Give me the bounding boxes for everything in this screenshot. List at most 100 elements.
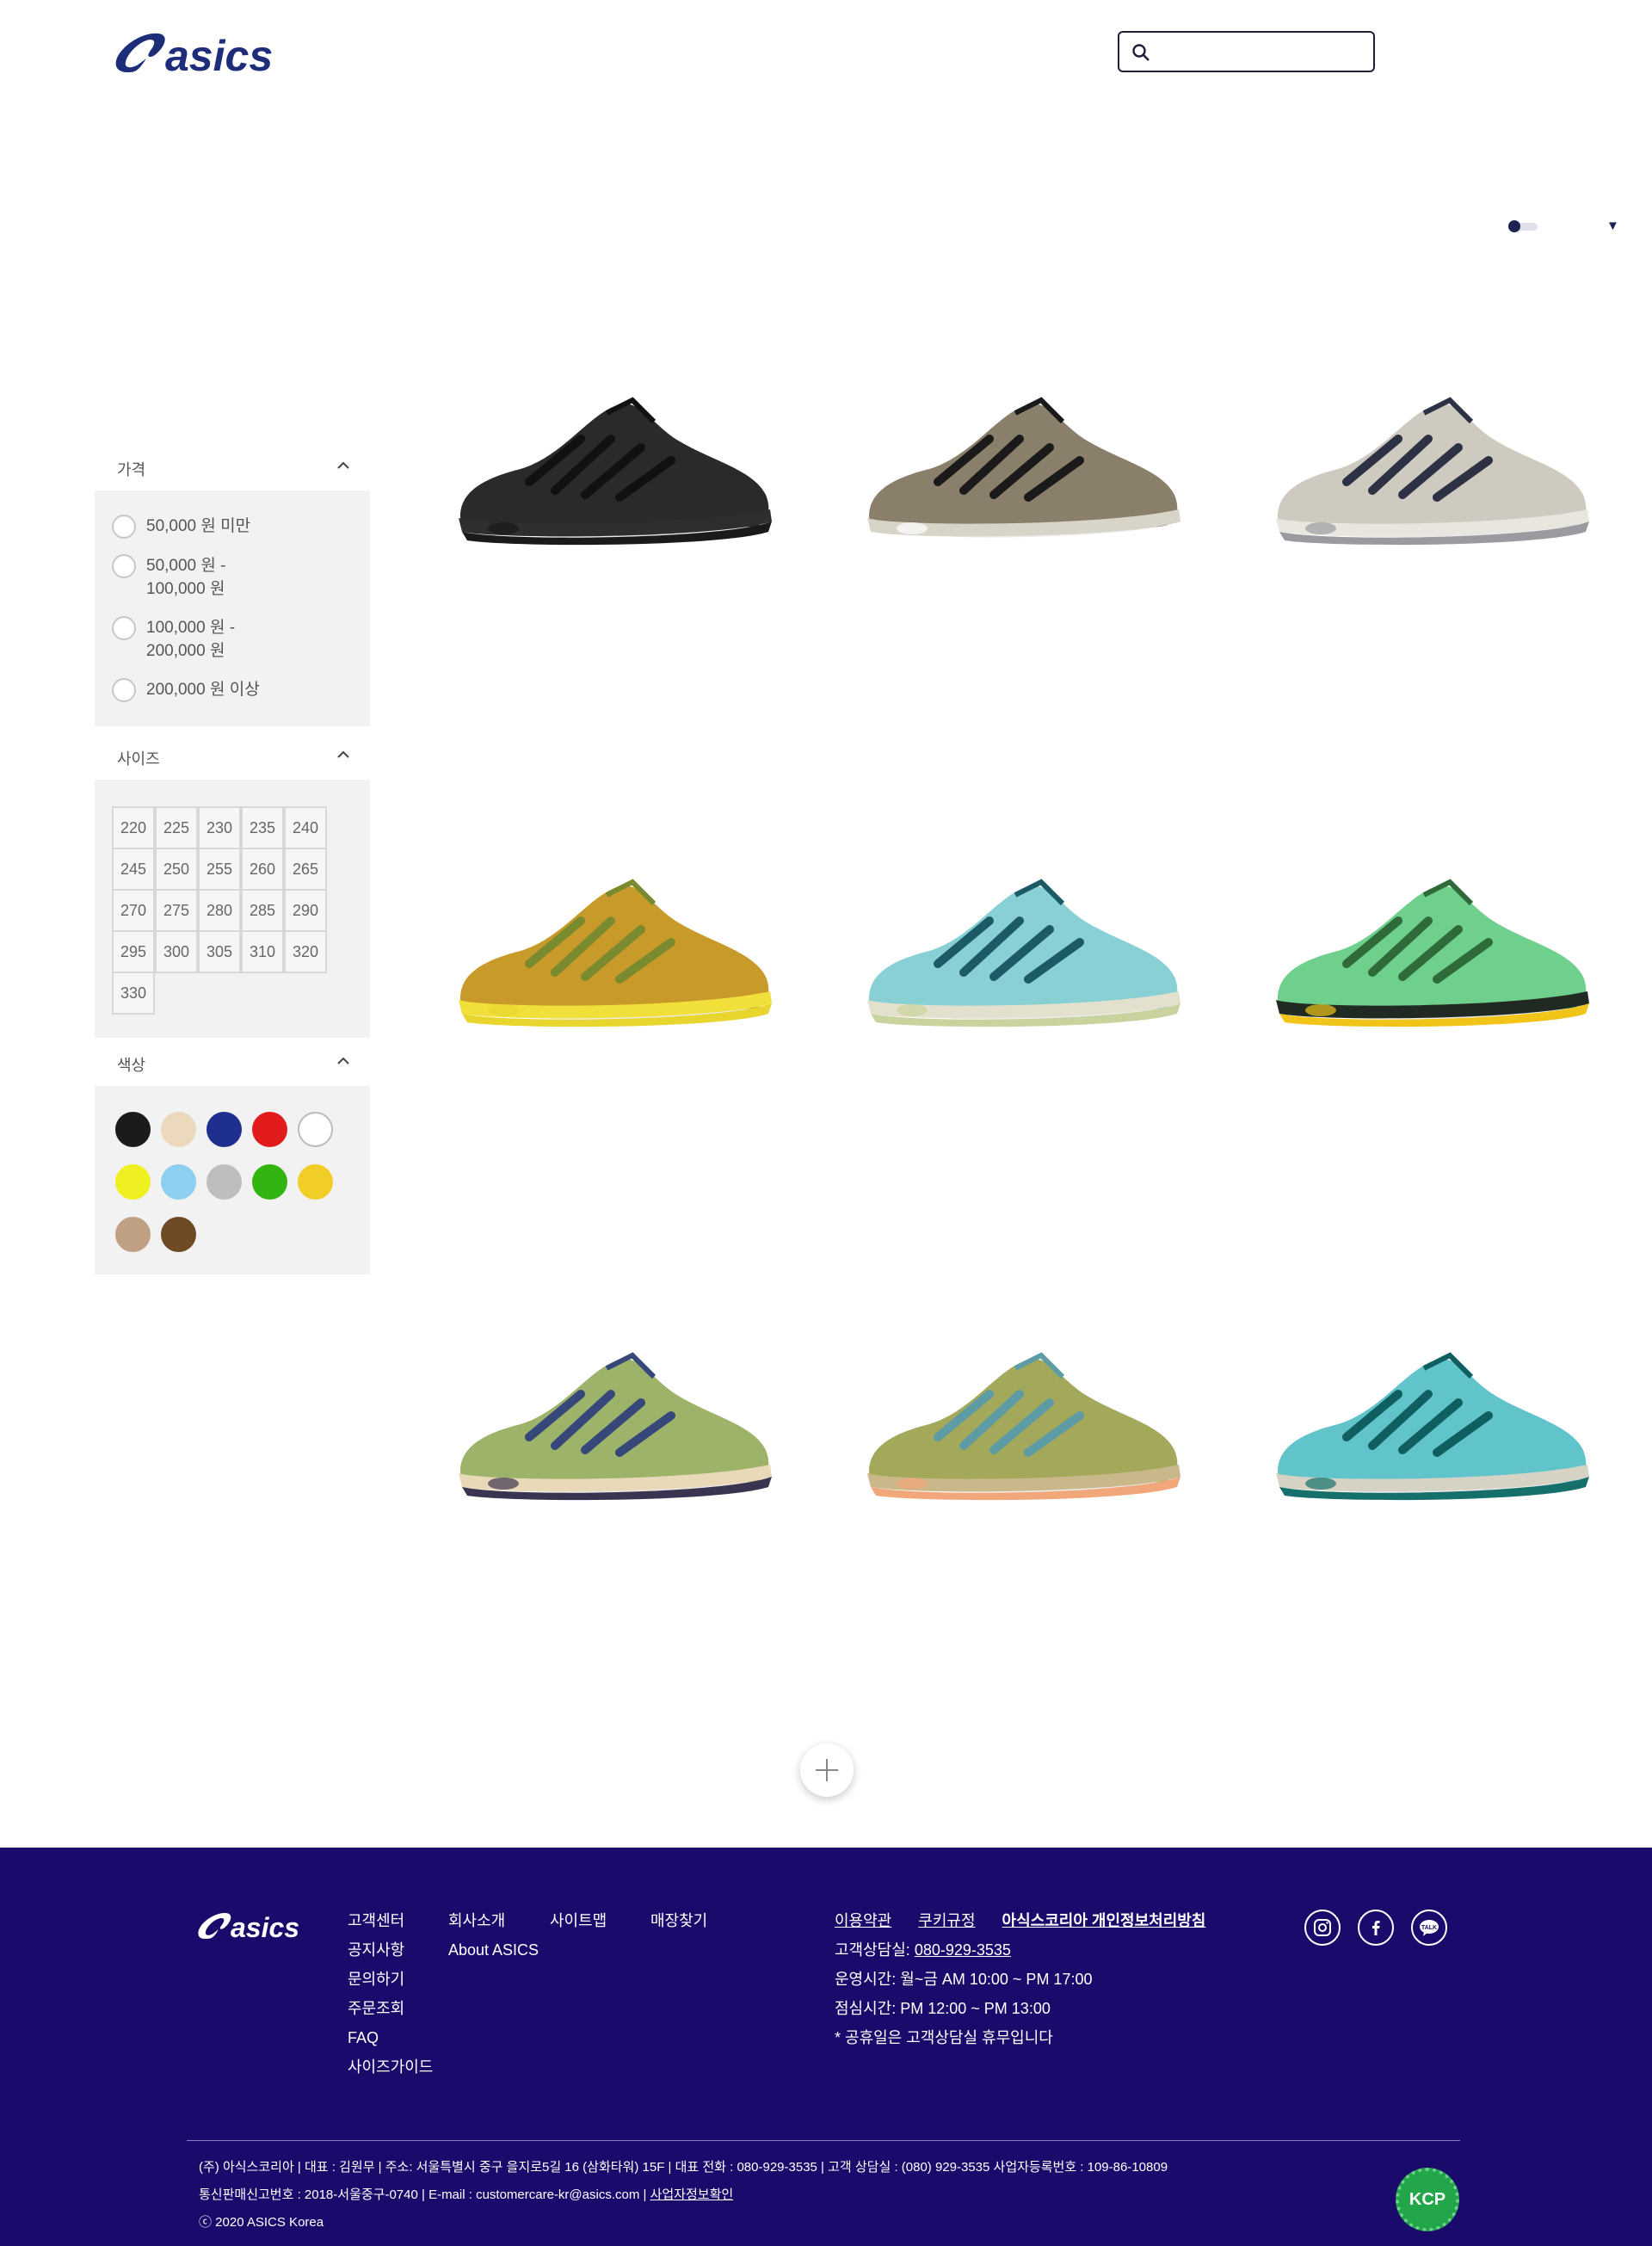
color-swatch[interactable] (206, 1164, 242, 1200)
price-option[interactable]: 100,000 원 - 200,000 원 (112, 616, 356, 663)
color-swatch[interactable] (161, 1112, 196, 1147)
product-card[interactable] (843, 1239, 1205, 1601)
size-option[interactable]: 225 (155, 806, 198, 849)
search-input[interactable] (1157, 38, 1364, 65)
product-card[interactable] (435, 1239, 796, 1601)
search-box[interactable] (1118, 31, 1375, 72)
footer-asics-logo[interactable]: asics (196, 1904, 308, 1946)
color-swatch[interactable] (115, 1217, 151, 1252)
product-image (459, 1352, 772, 1501)
product-card[interactable] (1252, 766, 1613, 1127)
size-option[interactable]: 250 (155, 848, 198, 891)
size-option[interactable]: 280 (198, 889, 241, 932)
footer-link[interactable]: 주문조회 (348, 1994, 433, 2023)
size-option[interactable]: 265 (284, 848, 327, 891)
product-image (1276, 1352, 1589, 1501)
size-filter-body: 220 225 230 235 240 245 250 255 260 265 270 275 280 2… (95, 780, 370, 1038)
size-option[interactable]: 235 (241, 806, 284, 849)
color-filter-title: 색상 (117, 1057, 146, 1074)
size-option[interactable]: 300 (155, 930, 198, 973)
privacy-link[interactable]: 아식스코리아 개인정보처리방침 (1002, 1912, 1206, 1929)
product-card[interactable] (843, 766, 1205, 1127)
price-filter-title: 가격 (117, 461, 146, 478)
asics-logo[interactable]: asics (112, 19, 284, 86)
price-filter-header[interactable]: 가격 (95, 442, 370, 491)
view-toggle[interactable] (1508, 220, 1541, 232)
product-card[interactable] (843, 284, 1205, 645)
size-option[interactable]: 275 (155, 889, 198, 932)
product-card[interactable] (1252, 284, 1613, 645)
price-option[interactable]: 50,000 원 - 100,000 원 (112, 554, 356, 601)
size-option[interactable]: 240 (284, 806, 327, 849)
color-swatch[interactable] (298, 1112, 333, 1147)
size-option[interactable]: 220 (112, 806, 155, 849)
kcp-badge[interactable]: KCP (1396, 2168, 1459, 2231)
size-option[interactable]: 255 (198, 848, 241, 891)
chevron-up-icon (337, 1057, 349, 1064)
size-grid: 220 225 230 235 240 245 250 255 260 265 270 275 280 2… (112, 799, 356, 1019)
load-more-button[interactable] (800, 1743, 854, 1797)
size-option[interactable]: 330 (112, 972, 155, 1015)
svg-text:asics: asics (231, 1912, 299, 1943)
color-filter-header[interactable]: 색상 (95, 1038, 370, 1086)
product-image (459, 397, 772, 546)
business-info-link[interactable]: 사업자정보확인 (650, 2187, 734, 2202)
color-swatch[interactable] (161, 1217, 196, 1252)
size-option[interactable]: 320 (284, 930, 327, 973)
phone-link[interactable]: 080-929-3535 (915, 1941, 1011, 1959)
footer-link[interactable]: 사이즈가이드 (348, 2052, 433, 2082)
filter-sidebar: 가격 50,000 원 미만 50,000 원 - 100,000 원 100,… (95, 442, 370, 1274)
footer-link[interactable]: 문의하기 (348, 1965, 433, 1994)
size-option[interactable]: 270 (112, 889, 155, 932)
product-image (867, 397, 1180, 546)
cookie-link[interactable]: 쿠키규정 (918, 1912, 975, 1929)
product-card[interactable] (435, 766, 796, 1127)
price-option[interactable]: 50,000 원 미만 (112, 515, 356, 539)
color-swatch[interactable] (298, 1164, 333, 1200)
product-card[interactable] (1252, 1239, 1613, 1601)
product-card[interactable] (435, 284, 796, 645)
footer-link[interactable]: 공지사항 (348, 1935, 433, 1965)
chevron-up-icon (337, 461, 349, 469)
phone-line: 고객상담실: 080-929-3535 (835, 1935, 1228, 1965)
product-image (1276, 879, 1589, 1027)
color-swatch[interactable] (252, 1164, 287, 1200)
color-swatch[interactable] (161, 1164, 196, 1200)
color-filter-body (95, 1086, 370, 1274)
size-option[interactable]: 310 (241, 930, 284, 973)
price-option[interactable]: 200,000 원 이상 (112, 678, 356, 702)
footer-link[interactable]: About ASICS (448, 1935, 539, 1965)
footer-link[interactable]: 매장찾기 (650, 1906, 707, 1935)
size-option[interactable]: 230 (198, 806, 241, 849)
product-image (459, 879, 772, 1027)
size-option[interactable]: 295 (112, 930, 155, 973)
footer-link[interactable]: 회사소개 (448, 1906, 539, 1935)
size-option[interactable]: 245 (112, 848, 155, 891)
footer-link[interactable]: 고객센터 (348, 1906, 433, 1935)
terms-link[interactable]: 이용약관 (835, 1912, 891, 1929)
footer-col-stores: 매장찾기 (650, 1906, 707, 1935)
kakaotalk-button[interactable]: TALK (1411, 1910, 1447, 1946)
radio-button[interactable] (112, 554, 136, 578)
facebook-button[interactable] (1358, 1910, 1394, 1946)
color-swatch[interactable] (252, 1112, 287, 1147)
size-filter-header[interactable]: 사이즈 (95, 731, 370, 780)
company-info-line: (주) 아식스코리아 | 대표 : 김원무 | 주소: 서울특별시 중구 을지로… (199, 2160, 1168, 2175)
sort-dropdown-icon[interactable]: ▼ (1606, 219, 1619, 233)
size-option[interactable]: 305 (198, 930, 241, 973)
radio-button[interactable] (112, 515, 136, 539)
site-header: asics (0, 0, 1652, 112)
size-option[interactable]: 290 (284, 889, 327, 932)
size-option[interactable]: 285 (241, 889, 284, 932)
color-swatch[interactable] (206, 1112, 242, 1147)
price-option-label: 50,000 원 미만 (146, 517, 251, 535)
color-swatch[interactable] (115, 1112, 151, 1147)
footer-link[interactable]: FAQ (348, 2023, 433, 2052)
footer-link[interactable]: 사이트맵 (550, 1906, 607, 1935)
instagram-button[interactable] (1304, 1910, 1341, 1946)
radio-button[interactable] (112, 616, 136, 640)
price-option-label: 100,000 원 - 200,000 원 (146, 619, 236, 660)
size-option[interactable]: 260 (241, 848, 284, 891)
color-swatch[interactable] (115, 1164, 151, 1200)
radio-button[interactable] (112, 678, 136, 702)
